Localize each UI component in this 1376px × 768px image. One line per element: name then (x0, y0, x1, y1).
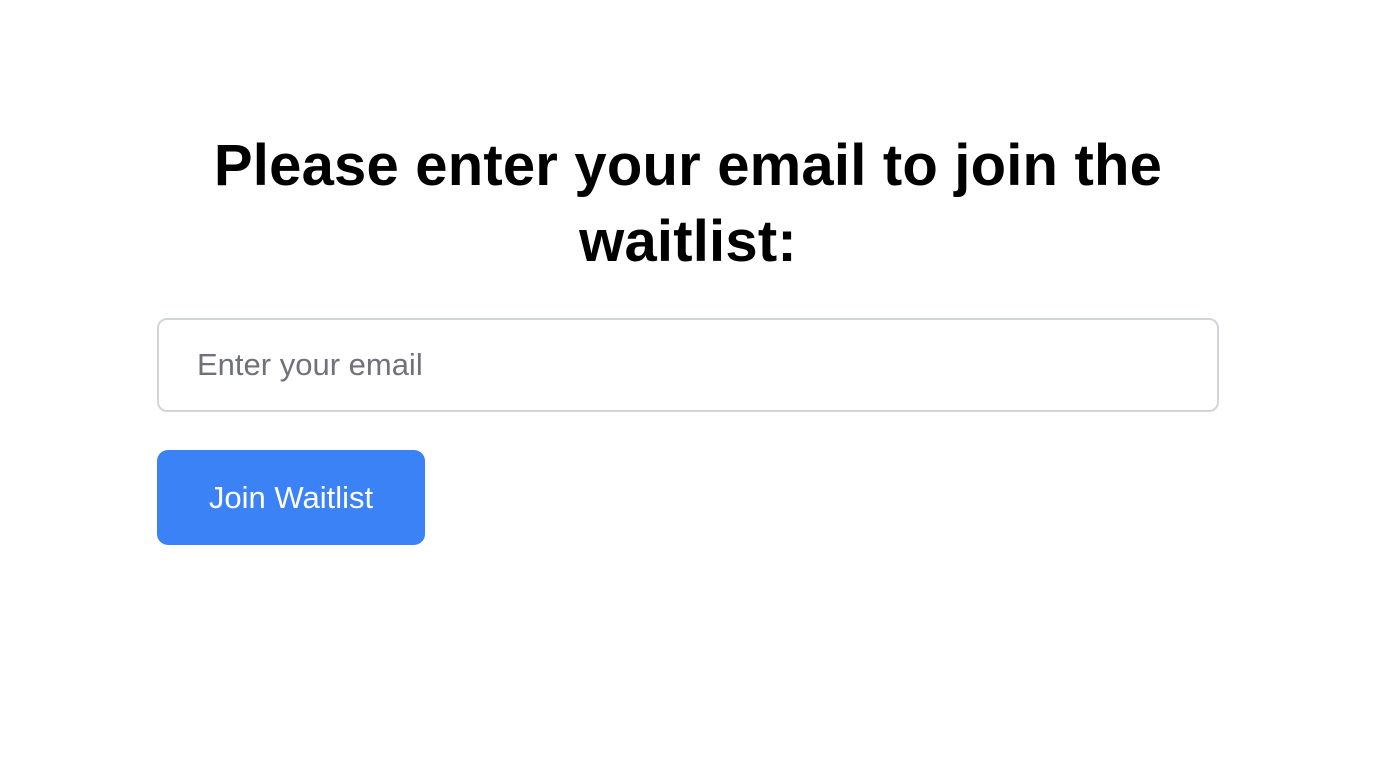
waitlist-form: Please enter your email to join the wait… (157, 128, 1219, 545)
waitlist-page: Please enter your email to join the wait… (0, 0, 1376, 768)
email-field[interactable] (157, 318, 1219, 412)
join-waitlist-button[interactable]: Join Waitlist (157, 450, 425, 545)
page-title: Please enter your email to join the wait… (213, 133, 1163, 274)
